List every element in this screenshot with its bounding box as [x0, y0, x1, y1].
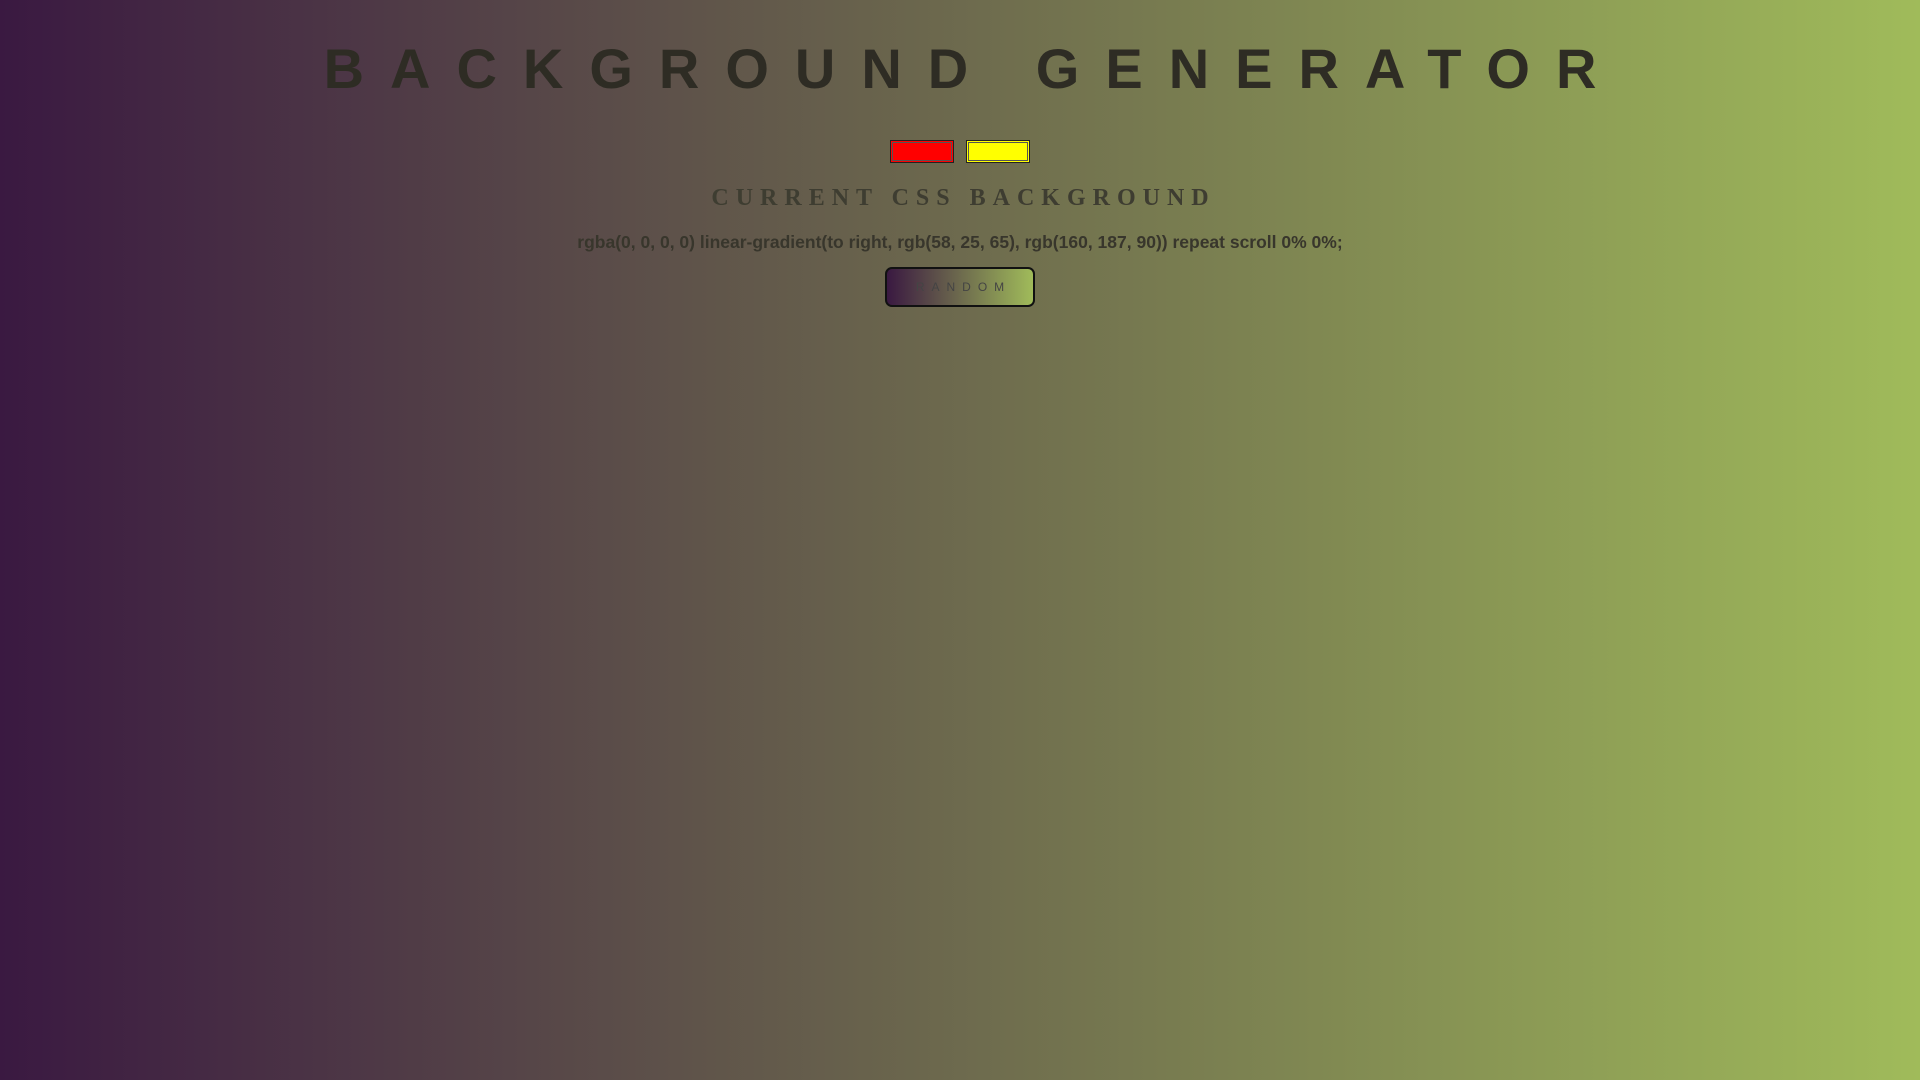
page-title: BACKGROUND GENERATOR: [323, 37, 1623, 100]
css-background-value: rgba(0, 0, 0, 0) linear-gradient(to righ…: [577, 232, 1343, 252]
random-button[interactable]: RANDOM: [885, 267, 1035, 307]
color-picker-2[interactable]: [966, 140, 1030, 163]
current-css-heading: CURRENT CSS BACKGROUND: [711, 185, 1216, 211]
color-pickers: [0, 140, 1920, 163]
color-picker-1[interactable]: [890, 140, 954, 163]
page-background: BACKGROUND GENERATOR CURRENT CSS BACKGRO…: [0, 0, 1920, 1080]
